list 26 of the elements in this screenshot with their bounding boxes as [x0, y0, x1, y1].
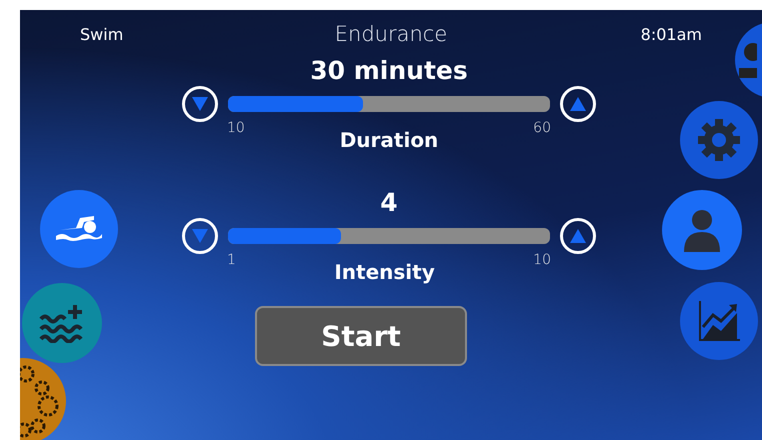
start-button[interactable]: Start	[255, 306, 467, 366]
settings-icon	[697, 118, 741, 162]
min-label: 10	[227, 120, 245, 138]
slider-track[interactable]	[228, 96, 550, 112]
down-triangle-icon	[192, 229, 208, 243]
decrease-button[interactable]	[182, 86, 218, 122]
slider-track[interactable]	[228, 228, 550, 244]
setting-label: Duration	[338, 127, 440, 152]
max-label: 10	[533, 252, 551, 270]
clock-time: 8:01am	[640, 24, 702, 44]
screen-title: Endurance	[334, 22, 448, 46]
decrease-button[interactable]	[182, 218, 218, 254]
up-triangle-icon	[570, 97, 586, 111]
increase-button[interactable]	[560, 86, 596, 122]
increase-button[interactable]	[560, 218, 596, 254]
setting-value: 4	[380, 188, 398, 218]
down-triangle-icon	[192, 97, 208, 111]
min-label: 1	[227, 252, 236, 270]
swimmer-icon	[54, 214, 104, 244]
mode-label: Swim	[80, 24, 124, 44]
max-label: 60	[533, 120, 551, 138]
waves-plus-icon	[39, 303, 85, 343]
up-triangle-icon	[570, 229, 586, 243]
chart-icon	[697, 299, 741, 343]
setting-label: Intensity	[333, 259, 436, 284]
setting-value: 30 minutes	[310, 56, 468, 86]
